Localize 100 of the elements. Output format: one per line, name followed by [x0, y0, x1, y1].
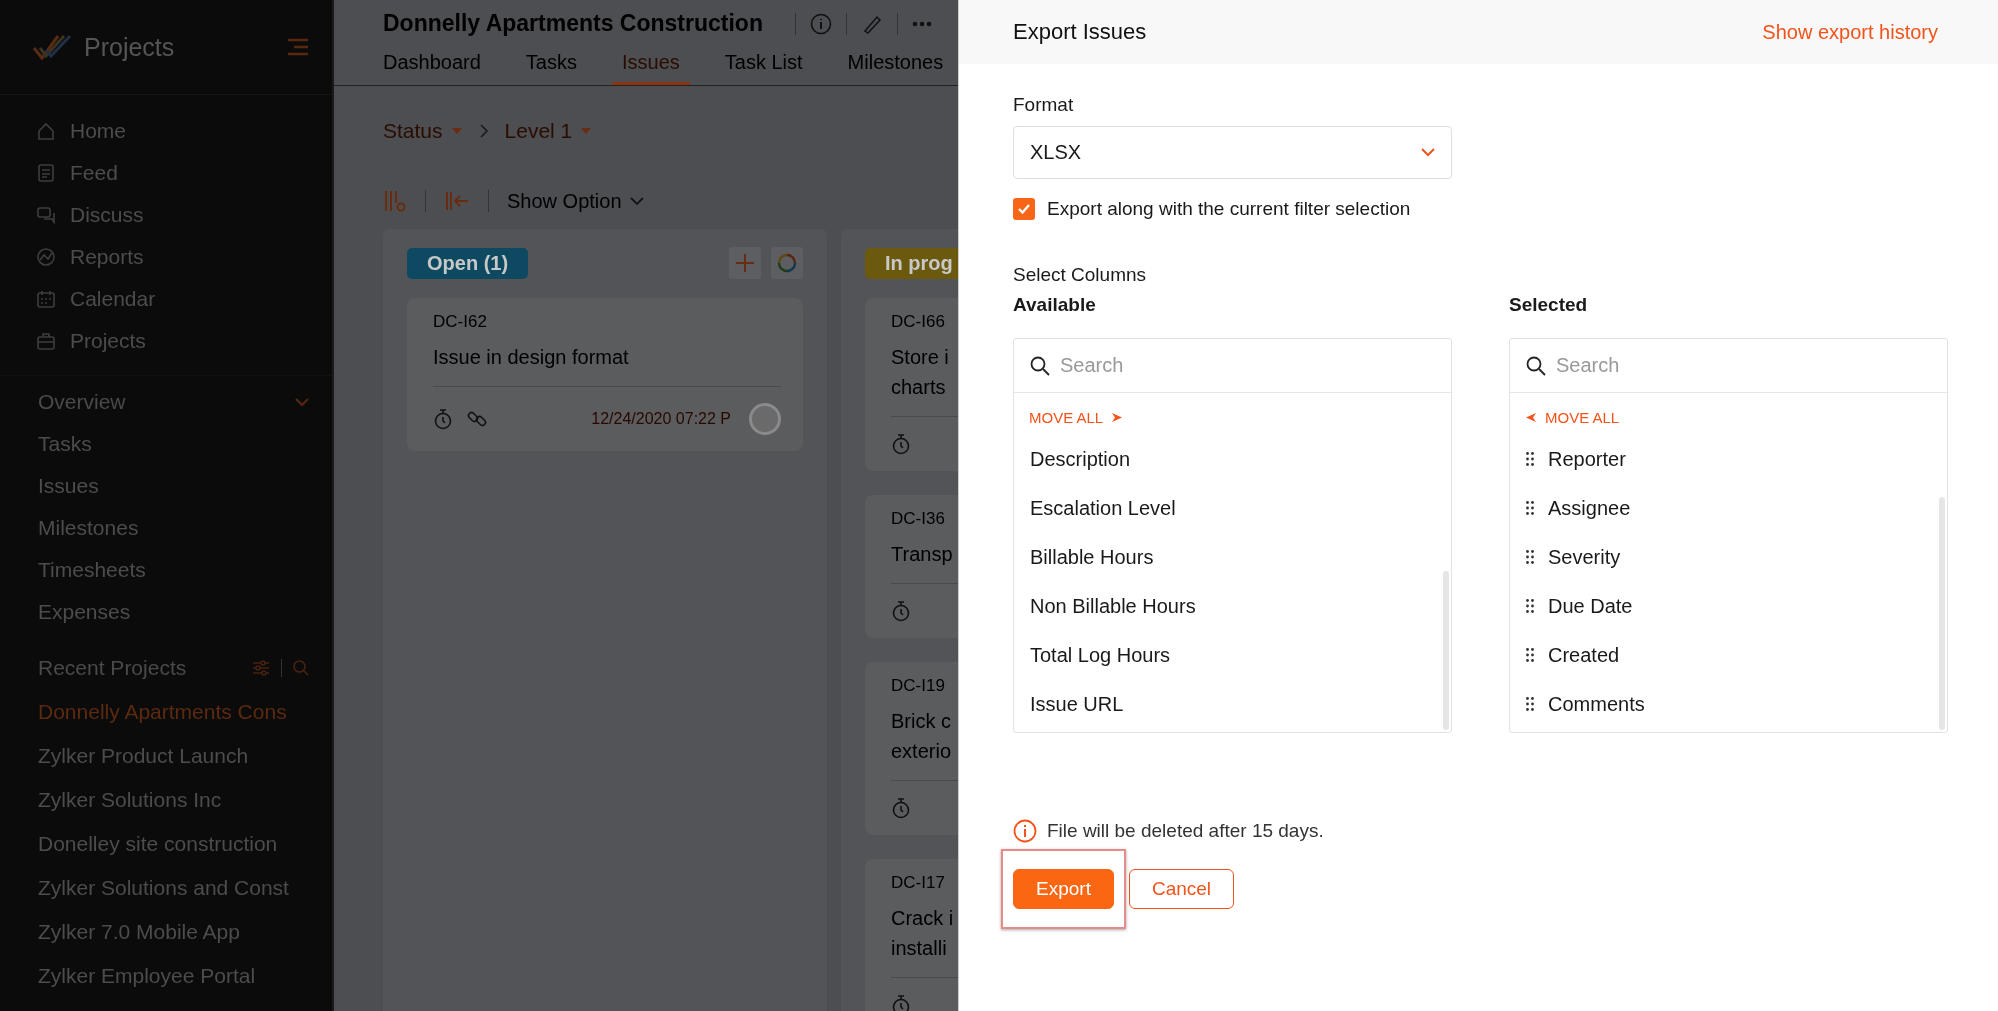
- checkbox-label: Export along with the current filter selection: [1047, 198, 1411, 220]
- list-item[interactable]: Severity: [1526, 543, 1621, 571]
- checkbox[interactable]: [1013, 198, 1035, 220]
- list-item[interactable]: Non Billable Hours: [1030, 592, 1196, 620]
- issue-id: DC-I66: [891, 312, 946, 332]
- issue-card[interactable]: DC-I19 Brick c exterio: [865, 662, 958, 835]
- project-link[interactable]: Zylker Solutions Inc: [38, 788, 222, 812]
- drag-handle-icon: [1526, 501, 1534, 515]
- nav-item[interactable]: Milestones: [38, 516, 139, 540]
- briefcase-icon: [36, 331, 56, 351]
- chevron-icon[interactable]: [294, 397, 310, 407]
- drag-handle-icon: [1526, 550, 1534, 564]
- project-link[interactable]: Donelley site construction: [38, 832, 278, 856]
- show-option-dropdown[interactable]: Show Option: [507, 189, 644, 213]
- scrollbar[interactable]: [1939, 497, 1945, 730]
- list-item[interactable]: Reporter: [1526, 445, 1626, 473]
- section-label: Select Columns: [1013, 264, 1147, 286]
- more-icon[interactable]: [911, 20, 932, 27]
- nav-label: Calendar: [70, 287, 156, 311]
- list-heading: Selected: [1509, 294, 1588, 317]
- list-item-label: Created: [1548, 643, 1620, 668]
- list-item-label: Reporter: [1548, 447, 1626, 472]
- tab[interactable]: Dashboard: [383, 51, 481, 85]
- list-item[interactable]: Escalation Level: [1030, 494, 1176, 522]
- project-link[interactable]: Donnelly Apartments Cons: [38, 700, 287, 724]
- nav-item[interactable]: Timesheets: [38, 558, 146, 582]
- scrollbar[interactable]: [1443, 571, 1449, 730]
- tab[interactable]: Milestones: [847, 51, 944, 85]
- nav-item[interactable]: Calendar: [36, 287, 332, 311]
- breadcrumb-dropdown[interactable]: Status: [383, 119, 463, 143]
- project-link[interactable]: Zylker Product Launch: [38, 744, 249, 768]
- chevron-icon: [629, 196, 644, 206]
- issue-card[interactable]: DC-I36 Transp: [865, 495, 958, 638]
- arrow-icon: [1111, 412, 1124, 423]
- info-icon[interactable]: [809, 12, 832, 35]
- collapse-icon[interactable]: [444, 190, 470, 212]
- tab[interactable]: Tasks: [525, 51, 577, 85]
- info-icon: [1013, 819, 1037, 843]
- nav-item[interactable]: Home: [36, 119, 332, 143]
- tab[interactable]: Task List: [724, 51, 803, 85]
- list-item[interactable]: Description: [1030, 445, 1131, 473]
- calendar-icon: [36, 289, 56, 309]
- chat-icon: [36, 205, 56, 225]
- nav-label: Feed: [70, 161, 118, 185]
- nav-item[interactable]: Issues: [38, 474, 99, 498]
- list-item[interactable]: Billable Hours: [1030, 543, 1154, 571]
- issue-id: DC-I36: [891, 509, 946, 529]
- search-icon[interactable]: [292, 659, 310, 677]
- add-button[interactable]: [729, 247, 761, 279]
- issue-title: Store i charts: [891, 345, 949, 400]
- project-link[interactable]: Zylker 7.0 Mobile App: [38, 920, 240, 944]
- list-item[interactable]: Total Log Hours: [1030, 641, 1171, 669]
- list-heading: Available: [1013, 294, 1096, 317]
- issue-card[interactable]: DC-I62 Issue in design format 12/24/2020 07:22 P: [407, 298, 803, 451]
- nav-item[interactable]: Tasks: [38, 432, 92, 456]
- nav-item[interactable]: Expenses: [38, 600, 131, 624]
- list-item-label: Due Date: [1548, 594, 1633, 619]
- info-note: File will be deleted after 15 days.: [1047, 820, 1324, 842]
- refresh-button[interactable]: [771, 247, 803, 279]
- chevron-icon: [478, 123, 489, 139]
- nav-label: Discuss: [70, 203, 144, 227]
- move-all-button[interactable]: MOVE ALL: [1029, 409, 1124, 426]
- list-item[interactable]: Comments: [1526, 690, 1645, 718]
- list-item[interactable]: Due Date: [1526, 592, 1633, 620]
- project-link[interactable]: Zylker Solutions and Const: [38, 876, 289, 900]
- nav-item[interactable]: Projects: [36, 329, 332, 353]
- nav-label: Home: [70, 119, 127, 143]
- project-link[interactable]: Zylker Employee Portal: [38, 964, 256, 988]
- list-item[interactable]: Issue URL: [1030, 690, 1124, 718]
- move-all-button[interactable]: MOVE ALL: [1525, 409, 1620, 426]
- document-icon: [36, 163, 56, 183]
- breadcrumb-dropdown[interactable]: Level 1: [504, 119, 593, 143]
- export-button[interactable]: Export: [1013, 869, 1114, 909]
- export-history-link[interactable]: Show export history: [1762, 20, 1938, 44]
- status-tag: In prog: [865, 247, 958, 279]
- format-select[interactable]: XLSX: [1013, 126, 1452, 179]
- caret-icon: [450, 127, 463, 135]
- app-title: Projects: [84, 32, 176, 62]
- list-item-label: Severity: [1548, 545, 1621, 570]
- cancel-button[interactable]: Cancel: [1128, 869, 1235, 909]
- list-item[interactable]: Assignee: [1526, 494, 1631, 522]
- menu-icon[interactable]: [286, 38, 310, 56]
- nav-item[interactable]: Reports: [36, 245, 332, 269]
- home-icon: [36, 121, 56, 141]
- tab[interactable]: Issues: [611, 51, 690, 85]
- section-title: Recent Projects: [38, 656, 188, 680]
- issue-card[interactable]: DC-I66 Store i charts: [865, 298, 958, 471]
- nav-item[interactable]: Feed: [36, 161, 332, 185]
- issue-id: DC-I19: [891, 676, 946, 696]
- columns-settings-icon[interactable]: [383, 189, 407, 213]
- link-icon: [467, 409, 487, 429]
- issue-id: DC-I62: [433, 312, 488, 332]
- timer-icon: [891, 600, 911, 622]
- issue-card[interactable]: DC-I17 Crack i installi: [865, 859, 958, 1011]
- list-item[interactable]: Created: [1526, 641, 1620, 669]
- filter-icon[interactable]: [251, 659, 271, 677]
- project-title: Donnelly Apartments Construction: [383, 10, 763, 37]
- timer-icon: [433, 408, 453, 430]
- nav-item[interactable]: Discuss: [36, 203, 332, 227]
- plus-icon: [735, 253, 755, 273]
